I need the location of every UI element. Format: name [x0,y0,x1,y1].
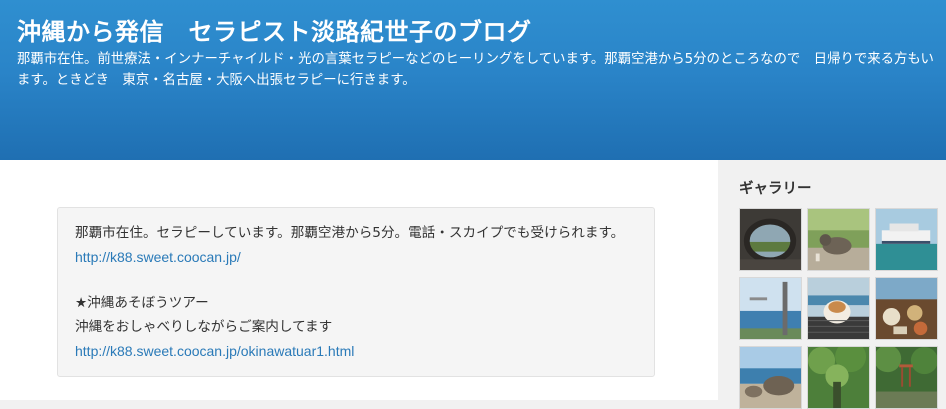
tour-link[interactable]: http://k88.sweet.coocan.jp/okinawatuar1.… [75,343,354,359]
gallery-photo-tunnel-view[interactable] [739,208,802,271]
main-content: 那覇市在住。セラピーしています。那覇空港から5分。電話・スカイプでも受けられます… [0,160,718,400]
notice-intro-text: 那覇市在住。セラピーしています。那覇空港から5分。電話・スカイプでも受けられます… [75,225,625,241]
gallery-photo-cat[interactable] [807,208,870,271]
tour-title: ★沖縄あそぼうツアー [75,295,209,311]
tour-text: 沖縄をおしゃべりしながらご案内してます [75,319,333,335]
gallery-title: ギャラリー [739,181,812,197]
gallery-photo-sea-pole[interactable] [739,277,802,340]
homepage-link[interactable]: http://k88.sweet.coocan.jp/ [75,249,241,265]
photo-gallery [739,208,938,409]
profile-notice-box: 那覇市在住。セラピーしています。那覇空港から5分。電話・スカイプでも受けられます… [57,207,655,377]
site-title[interactable]: 沖縄から発信 セラピスト淡路紀世子のブログ [17,12,532,47]
site-description: 那覇市在住。前世療法・インナーチャイルド・光の言葉セラピーなどのヒーリングをして… [17,52,934,88]
notice-intro: 那覇市在住。セラピーしています。那覇空港から5分。電話・スカイプでも受けられます… [75,221,638,270]
gallery-photo-lunch-set[interactable] [875,277,938,340]
gallery-photo-shaved-ice[interactable] [807,277,870,340]
gallery-photo-ferry[interactable] [875,208,938,271]
site-header: 沖縄から発信 セラピスト淡路紀世子のブログ 那覇市在住。前世療法・インナーチャイ… [0,0,946,160]
sidebar: ギャラリー [718,160,946,409]
